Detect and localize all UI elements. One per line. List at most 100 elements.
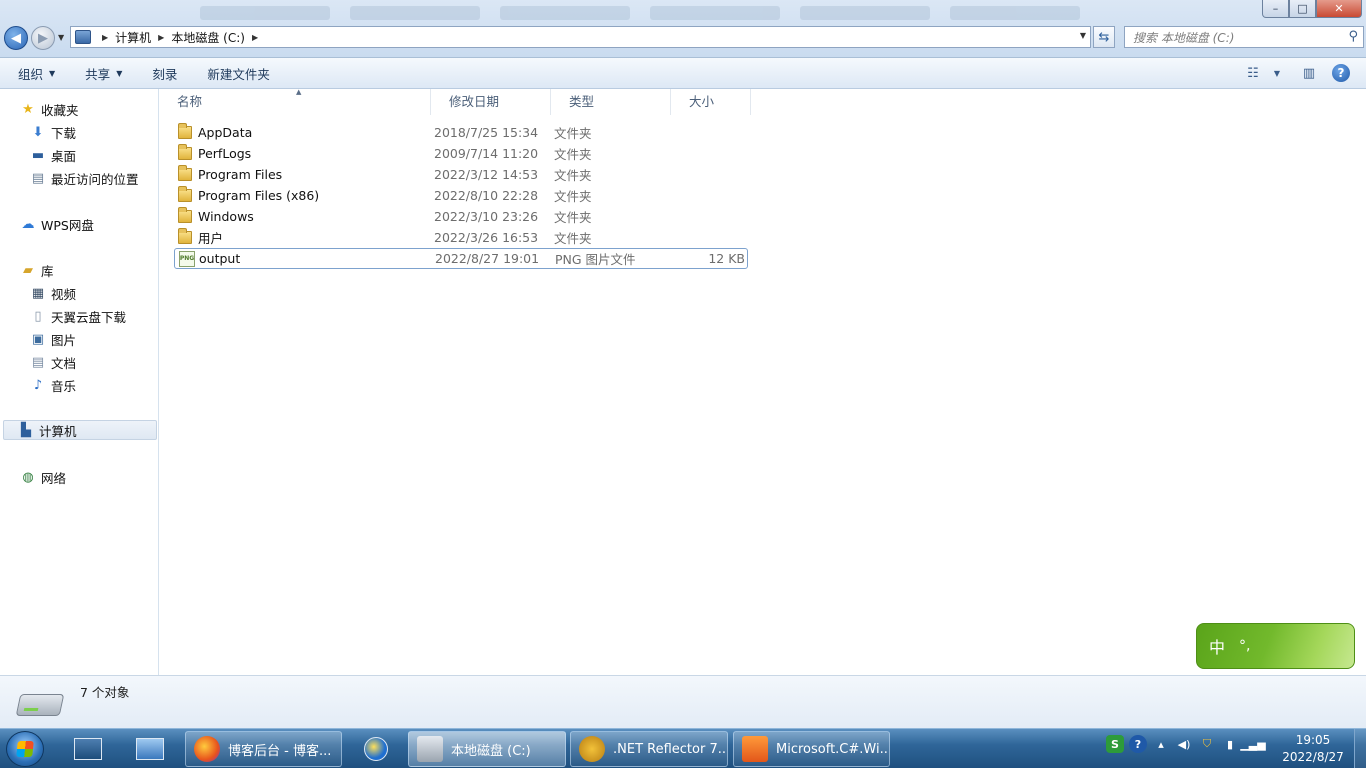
search-placeholder: 搜索 本地磁盘 (C:) xyxy=(1133,30,1235,45)
taskbar-item-label: 本地磁盘 (C:) xyxy=(451,743,531,759)
breadcrumb-separator-icon[interactable]: ▶ xyxy=(102,33,108,42)
organize-menu[interactable]: 组织 ▼ xyxy=(18,64,55,83)
sidebar-item-documents[interactable]: ▤ 文档 xyxy=(30,352,76,372)
taskbar-clock[interactable]: 19:05 2022/8/27 xyxy=(1278,732,1348,766)
column-header-type[interactable]: 类型 xyxy=(551,89,671,115)
file-type: 文件夹 xyxy=(554,126,592,141)
shield-icon[interactable]: ⛉ xyxy=(1198,735,1216,753)
sidebar-item-computer[interactable]: ▙ 计算机 xyxy=(3,420,157,440)
breadcrumb-local-disk[interactable]: 本地磁盘 (C:) xyxy=(171,29,245,46)
forward-button[interactable]: ▶ xyxy=(31,26,55,50)
png-file-icon: PNG xyxy=(179,250,195,267)
desktop-icon: ▬ xyxy=(31,147,45,163)
breadcrumb-separator-icon[interactable]: ▶ xyxy=(252,33,258,42)
sidebar-item-desktop[interactable]: ▬ 桌面 xyxy=(30,145,76,165)
file-type: PNG 图片文件 xyxy=(555,252,636,267)
file-date: 2022/8/10 22:28 xyxy=(434,188,539,203)
pinned-app-button[interactable] xyxy=(350,733,402,765)
chevron-up-icon[interactable]: ▴ xyxy=(1152,735,1170,753)
search-input[interactable]: 搜索 本地磁盘 (C:) ⚲ xyxy=(1124,26,1364,48)
view-options-icon[interactable]: ☷ xyxy=(1242,63,1264,83)
sidebar-item-tianyi[interactable]: ▯ 天翼云盘下载 xyxy=(30,306,126,326)
sidebar-item-label: WPS网盘 xyxy=(41,217,94,233)
back-button[interactable]: ◀ xyxy=(4,26,28,50)
ime-punctuation-label[interactable]: °, xyxy=(1239,638,1250,654)
file-type: 文件夹 xyxy=(554,189,592,204)
search-icon[interactable]: ⚲ xyxy=(1348,29,1358,44)
file-date: 2022/3/12 14:53 xyxy=(434,167,539,182)
taskbar-item-browser[interactable]: 博客后台 - 博客... xyxy=(185,731,342,767)
preview-pane-icon[interactable]: ▥ xyxy=(1298,63,1320,83)
taskbar-item-pdf[interactable]: Microsoft.C#.Wi... xyxy=(733,731,890,767)
breadcrumb-computer[interactable]: 计算机 xyxy=(115,29,151,46)
refresh-button[interactable]: ⇆ xyxy=(1093,26,1115,48)
folder-icon xyxy=(178,186,192,202)
firefox-icon xyxy=(194,736,220,762)
taskbar-item-reflector[interactable]: .NET Reflector 7... xyxy=(570,731,728,767)
sidebar-item-libraries[interactable]: ▰ 库 xyxy=(20,260,54,280)
view-dropdown-icon[interactable]: ▼ xyxy=(1266,63,1288,83)
help-icon[interactable]: ? xyxy=(1129,735,1147,753)
folder-icon xyxy=(178,165,192,181)
taskbar-item-explorer[interactable]: 本地磁盘 (C:) xyxy=(408,731,566,767)
taskbar: 博客后台 - 博客... 本地磁盘 (C:) .NET Reflector 7.… xyxy=(0,728,1366,768)
usb-device-icon[interactable]: ▮ xyxy=(1221,735,1239,753)
sidebar-item-favorites[interactable]: ★ 收藏夹 xyxy=(20,99,79,119)
close-button[interactable]: ✕ xyxy=(1316,0,1362,18)
taskbar-item-label: 博客后台 - 博客... xyxy=(228,743,332,759)
table-row[interactable]: Program Files (x86) 2022/8/10 22:28 文件夹 xyxy=(174,185,748,206)
share-menu[interactable]: 共享 ▼ xyxy=(85,64,122,83)
pinned-app-button[interactable] xyxy=(124,733,176,765)
maximize-button[interactable]: □ xyxy=(1289,0,1316,18)
hard-drive-icon xyxy=(15,694,65,716)
sidebar-item-videos[interactable]: ▦ 视频 xyxy=(30,283,76,303)
sidebar-item-label: 计算机 xyxy=(39,423,77,439)
sidebar-item-wps[interactable]: ☁ WPS网盘 xyxy=(20,214,94,234)
sidebar-item-network[interactable]: ◍ 网络 xyxy=(20,467,66,487)
taskbar-item-label: Microsoft.C#.Wi... xyxy=(776,741,890,757)
start-button[interactable] xyxy=(6,731,44,767)
table-row[interactable]: AppData 2018/7/25 15:34 文件夹 xyxy=(174,122,748,143)
pinned-app-button[interactable] xyxy=(62,733,114,765)
table-row[interactable]: 用户 2022/3/26 16:53 文件夹 xyxy=(174,227,748,248)
file-date: 2009/7/14 11:20 xyxy=(434,146,539,161)
sogou-ime-icon[interactable]: S xyxy=(1106,735,1124,753)
burn-button[interactable]: 刻录 xyxy=(152,64,177,83)
pdf-icon xyxy=(742,736,768,762)
address-bar[interactable]: ▶ 计算机 ▶ 本地磁盘 (C:) ▶ ▼ xyxy=(70,26,1091,48)
column-header-name[interactable]: 名称 xyxy=(159,89,431,115)
new-folder-button[interactable]: 新建文件夹 xyxy=(207,64,270,83)
command-bar: 组织 ▼ 共享 ▼ 刻录 新建文件夹 ☷ ▼ ▥ ? xyxy=(0,58,1366,89)
sidebar-item-downloads[interactable]: ⬇ 下载 xyxy=(30,122,76,142)
sidebar-item-label: 网络 xyxy=(41,470,67,486)
breadcrumb-separator-icon[interactable]: ▶ xyxy=(158,33,164,42)
volume-icon[interactable]: ◀) xyxy=(1175,735,1193,753)
file-date: 2022/3/26 16:53 xyxy=(434,230,539,245)
forward-arrow-icon: ▶ xyxy=(38,30,48,46)
column-header-size[interactable]: 大小 xyxy=(671,89,751,115)
network-signal-icon[interactable]: ▁▃▅ xyxy=(1240,735,1265,753)
sidebar-item-pictures[interactable]: ▣ 图片 xyxy=(30,329,76,349)
ime-status-bar[interactable]: 中 °, xyxy=(1196,623,1355,669)
help-button[interactable]: ? xyxy=(1330,63,1352,83)
table-row[interactable]: Program Files 2022/3/12 14:53 文件夹 xyxy=(174,164,748,185)
file-name: Windows xyxy=(198,209,254,224)
sidebar-item-label: 天翼云盘下载 xyxy=(51,309,127,325)
show-desktop-button[interactable] xyxy=(1354,729,1366,768)
table-row-selected[interactable]: PNG output 2022/8/27 19:01 PNG 图片文件 12 KB xyxy=(174,248,748,269)
window-title-bar: – □ ✕ ◀ ▶ ▼ ▶ 计算机 ▶ 本地磁盘 (C:) ▶ ▼ ⇆ 搜索 本… xyxy=(0,0,1366,58)
recent-pages-dropdown[interactable]: ▼ xyxy=(58,33,64,42)
pictures-icon: ▣ xyxy=(31,331,45,347)
table-row[interactable]: PerfLogs 2009/7/14 11:20 文件夹 xyxy=(174,143,748,164)
address-dropdown-icon[interactable]: ▼ xyxy=(1080,31,1086,40)
sidebar-item-music[interactable]: ♪ 音乐 xyxy=(30,375,76,395)
minimize-button[interactable]: – xyxy=(1262,0,1289,18)
computer-icon xyxy=(75,30,91,44)
column-header-date[interactable]: 修改日期 xyxy=(431,89,551,115)
table-row[interactable]: Windows 2022/3/10 23:26 文件夹 xyxy=(174,206,748,227)
sidebar-item-recent[interactable]: ▤ 最近访问的位置 xyxy=(30,168,139,188)
ime-mode-label[interactable]: 中 xyxy=(1209,634,1225,658)
file-name: Program Files (x86) xyxy=(198,188,320,203)
sidebar-item-label: 收藏夹 xyxy=(41,102,79,118)
downloads-folder-icon: ⬇ xyxy=(32,124,44,140)
